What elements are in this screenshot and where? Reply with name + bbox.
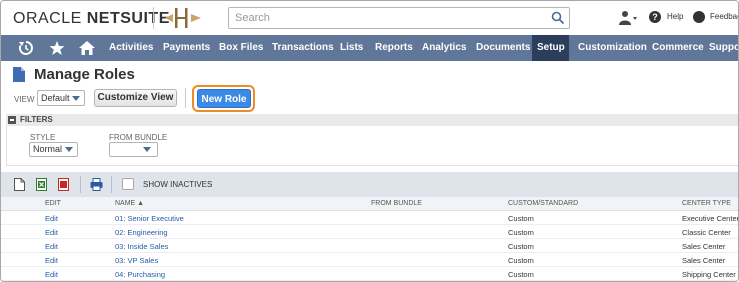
page-document-icon	[13, 67, 25, 82]
show-inactives-checkbox[interactable]	[122, 178, 134, 190]
print-icon[interactable]	[90, 178, 103, 191]
view-select[interactable]: Default	[37, 90, 85, 106]
style-filter-select[interactable]: Normal	[29, 142, 78, 157]
table-row: Edit 03: Inside Sales Custom Sales Cente…	[1, 239, 738, 253]
table-row: Edit 02: Engineering Custom Classic Cent…	[1, 225, 738, 239]
role-name-link[interactable]: 03: VP Sales	[115, 256, 158, 265]
help-icon[interactable]: ?	[649, 11, 661, 23]
nav-payments[interactable]: Payments	[158, 35, 215, 61]
custom-standard-cell: Custom	[508, 228, 534, 237]
home-icon[interactable]	[79, 40, 95, 56]
edit-link[interactable]: Edit	[45, 270, 58, 279]
brand-oracle: ORACLE	[13, 10, 87, 27]
export-excel-icon[interactable]	[36, 178, 47, 191]
role-name-link[interactable]: 01: Senior Executive	[115, 214, 184, 223]
export-pdf-icon[interactable]	[58, 178, 69, 191]
nav-transactions[interactable]: Transactions	[267, 35, 339, 61]
table-row: Edit 03: VP Sales Custom Sales Center	[1, 253, 738, 267]
column-header-from-bundle[interactable]: FROM BUNDLE	[371, 200, 422, 207]
nav-reports[interactable]: Reports	[370, 35, 418, 61]
edit-link[interactable]: Edit	[45, 228, 58, 237]
table-row: Edit 01: Senior Executive Custom Executi…	[1, 211, 739, 225]
edit-link[interactable]: Edit	[45, 214, 58, 223]
logo-divider	[153, 7, 154, 29]
nav-documents[interactable]: Documents	[471, 35, 535, 61]
view-select-value: Default	[41, 93, 70, 103]
center-type-cell: Shipping Center	[682, 270, 736, 279]
page-title: Manage Roles	[34, 66, 135, 83]
toolbar-divider	[80, 176, 81, 193]
search-icon[interactable]	[551, 11, 565, 25]
recent-records-icon[interactable]	[18, 40, 34, 56]
nav-lists[interactable]: Lists	[335, 35, 368, 61]
new-document-icon[interactable]	[14, 178, 25, 191]
custom-standard-cell: Custom	[508, 270, 534, 279]
search-input[interactable]	[235, 8, 545, 28]
customize-view-button[interactable]: Customize View	[94, 89, 177, 107]
table-header: EDIT NAME ▲ FROM BUNDLE CUSTOM/STANDARD …	[1, 197, 738, 211]
style-filter-value: Normal	[33, 144, 63, 154]
column-header-center-type[interactable]: CENTER TYPE	[682, 200, 731, 207]
custom-standard-cell: Custom	[508, 242, 534, 251]
brand-netsuite: NETSUITE	[86, 10, 170, 27]
center-type-cell: Sales Center	[682, 256, 726, 265]
nav-support[interactable]: Support	[704, 35, 738, 61]
nav-commerce[interactable]: Commerce	[647, 35, 709, 61]
role-name-link[interactable]: 04: Purchasing	[115, 270, 165, 279]
netsuite-window: ORACLE NETSUITE ? Help Feedback	[0, 0, 739, 282]
collapse-icon[interactable]	[8, 116, 16, 124]
company-logo-icon	[165, 8, 201, 28]
filters-title: FILTERS	[20, 115, 53, 124]
role-name-link[interactable]: 03: Inside Sales	[115, 242, 168, 251]
bundle-filter-select[interactable]	[109, 142, 158, 157]
user-menu-icon[interactable]	[618, 10, 638, 26]
bundle-filter-label: FROM BUNDLE	[109, 133, 168, 142]
center-type-cell: Classic Center	[682, 228, 731, 237]
new-role-button[interactable]: New Role	[197, 89, 251, 108]
role-name-link[interactable]: 02: Engineering	[115, 228, 168, 237]
chevron-down-icon	[65, 147, 73, 152]
nav-box-files[interactable]: Box Files	[214, 35, 268, 61]
top-header: ORACLE NETSUITE ? Help Feedback	[1, 1, 738, 35]
help-link[interactable]: Help	[667, 12, 683, 21]
center-type-cell: Executive Center	[682, 214, 739, 223]
filters-header[interactable]: FILTERS	[6, 114, 738, 126]
nav-activities[interactable]: Activities	[104, 35, 158, 61]
feedback-link[interactable]: Feedback	[710, 12, 738, 21]
main-navigation: Activities Payments Box Files Transactio…	[1, 35, 738, 61]
edit-link[interactable]: Edit	[45, 256, 58, 265]
list-toolbar: SHOW INACTIVES	[1, 172, 738, 197]
show-inactives-label: SHOW INACTIVES	[143, 180, 213, 189]
custom-standard-cell: Custom	[508, 256, 534, 265]
column-header-name[interactable]: NAME ▲	[115, 200, 144, 207]
custom-standard-cell: Custom	[508, 214, 534, 223]
style-filter-label: STYLE	[30, 133, 56, 142]
view-label: VIEW	[14, 95, 35, 104]
center-type-cell: Sales Center	[682, 242, 726, 251]
chevron-down-icon	[143, 147, 151, 152]
oracle-netsuite-logo[interactable]: ORACLE NETSUITE	[13, 10, 170, 28]
global-search-box	[228, 7, 570, 29]
toolbar-divider	[111, 176, 112, 193]
table-row: Edit 04: Purchasing Custom Shipping Cent…	[1, 267, 738, 281]
edit-link[interactable]: Edit	[45, 242, 58, 251]
toolbar-divider	[185, 88, 186, 108]
favorites-star-icon[interactable]	[49, 40, 65, 56]
nav-setup[interactable]: Setup	[532, 35, 569, 61]
nav-customization[interactable]: Customization	[573, 35, 652, 61]
nav-analytics[interactable]: Analytics	[417, 35, 471, 61]
feedback-icon[interactable]	[693, 11, 705, 23]
chevron-down-icon	[72, 96, 80, 101]
column-header-edit[interactable]: EDIT	[45, 200, 61, 207]
column-header-custom-standard[interactable]: CUSTOM/STANDARD	[508, 200, 578, 207]
